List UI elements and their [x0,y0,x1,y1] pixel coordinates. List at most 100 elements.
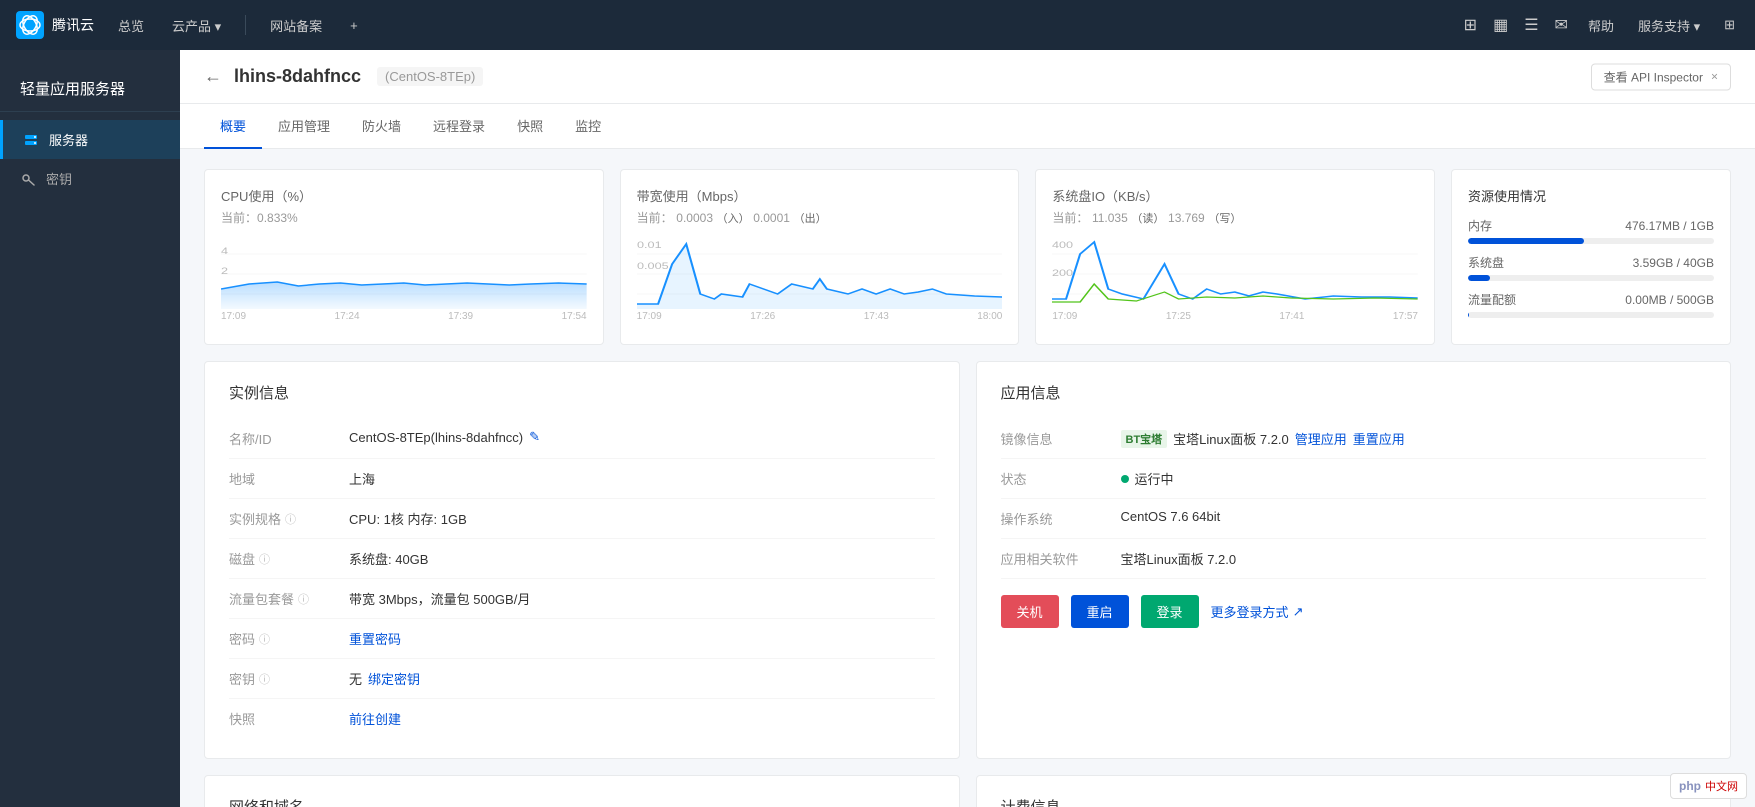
create-snapshot-link[interactable]: 前往创建 [349,709,401,728]
external-link-icon: ↗ [1293,604,1304,620]
app-os-value: CentOS 7.6 64bit [1121,509,1221,524]
cpu-chart: 4 2 17:0917:2417:3917:54 [221,234,587,314]
tab-monitor[interactable]: 监控 [559,104,617,149]
svg-text:2: 2 [221,267,228,277]
api-inspector-close[interactable]: × [1711,70,1718,84]
instance-snapshot-row: 快照 前往创建 [229,699,935,738]
instance-region-text: 上海 [349,469,375,488]
main-layout: 轻量应用服务器 服务器 密钥 [0,50,1755,807]
svg-text:400: 400 [1052,241,1073,251]
edit-name-icon[interactable]: ✎ [529,429,540,445]
nav-cloud-products[interactable]: 云产品 ▾ [168,16,225,35]
resource-fill-memory [1468,238,1584,244]
key-info-icon[interactable]: ⓘ [259,671,270,687]
tab-remote[interactable]: 远程登录 [417,104,501,149]
app-info-title: 应用信息 [1001,382,1707,403]
reset-app-link[interactable]: 重置应用 [1353,429,1405,448]
svg-text:4: 4 [221,247,228,257]
instance-traffic-text: 带宽 3Mbps，流量包 500GB/月 [349,589,530,608]
instance-traffic-row: 流量包套餐 ⓘ 带宽 3Mbps，流量包 500GB/月 [229,579,935,619]
page-title: lhins-8dahfncc [234,66,361,87]
php-icon: php [1679,779,1701,793]
manage-app-link[interactable]: 管理应用 [1295,429,1347,448]
info-cards-row: 实例信息 名称/ID CentOS-8TEp(lhins-8dahfncc) ✎… [204,361,1731,759]
qrcode-icon[interactable]: ▦ [1493,15,1508,35]
reset-password-link[interactable]: 重置密码 [349,629,401,648]
sidebar-title: 轻量应用服务器 [0,66,180,112]
app-os-label: 操作系统 [1001,509,1121,528]
traffic-info-icon[interactable]: ⓘ [298,591,309,607]
sidebar-item-key[interactable]: 密钥 [0,159,180,198]
resource-card-title: 资源使用情况 [1468,186,1714,205]
resource-item-memory-header: 内存 476.17MB / 1GB [1468,217,1714,234]
svg-text:200: 200 [1052,269,1073,279]
app-image-value: BT宝塔 宝塔Linux面板 7.2.0 管理应用 重置应用 [1121,429,1405,448]
billing-card: 计费信息 [976,775,1732,807]
resource-value-memory: 476.17MB / 1GB [1625,219,1714,233]
app-status-value: 运行中 [1121,469,1174,488]
disk-info-icon[interactable]: ⓘ [259,551,270,567]
instance-info-card: 实例信息 名称/ID CentOS-8TEp(lhins-8dahfncc) ✎… [204,361,960,759]
app-status-text: 运行中 [1135,469,1174,488]
instance-key-none: 无 [349,669,362,688]
app-software-row: 应用相关软件 宝塔Linux面板 7.2.0 [1001,539,1707,579]
cpu-card-title: CPU使用（%） [221,186,587,205]
app-info-card: 应用信息 镜像信息 BT宝塔 宝塔Linux面板 7.2.0 管理应用 重置应用… [976,361,1732,759]
diskio-write-label: （写） [1208,213,1241,225]
bandwidth-in-label: （入） [717,213,750,225]
nav-user[interactable]: ⊞ [1720,17,1739,33]
page-header: ← lhins-8dahfncc (CentOS-8TEp) 查看 API In… [180,50,1755,104]
diskio-read-value: 11.035 [1092,211,1128,225]
tab-firewall[interactable]: 防火墙 [346,104,417,149]
instance-disk-row: 磁盘 ⓘ 系统盘: 40GB [229,539,935,579]
app-software-label: 应用相关软件 [1001,549,1121,568]
server-icon [23,132,39,148]
instance-spec-row: 实例规格 ⓘ CPU: 1核 内存: 1GB [229,499,935,539]
os-badge: (CentOS-8TEp) [377,67,483,86]
php-badge: php 中文网 [1670,773,1747,799]
instance-name-value: CentOS-8TEp(lhins-8dahfncc) ✎ [349,429,540,445]
instance-spec-label: 实例规格 ⓘ [229,509,349,528]
resource-bar-disk [1468,275,1714,281]
bt-badge: BT宝塔 [1121,430,1168,448]
instance-password-value: 重置密码 [349,629,401,648]
diskio-current-label: 当前： [1052,211,1088,225]
sidebar: 轻量应用服务器 服务器 密钥 [0,50,180,807]
svg-text:0.01: 0.01 [637,241,662,251]
grid-icon[interactable]: ⊞ [1464,15,1477,35]
nav-website-filing[interactable]: 网站备案 [266,16,326,35]
more-login-link[interactable]: 更多登录方式 ↗ [1211,602,1304,621]
app-image-text: 宝塔Linux面板 7.2.0 [1173,429,1289,448]
nav-support[interactable]: 服务支持 ▾ [1634,16,1704,35]
nav-plus[interactable]: + [346,18,362,33]
mail-icon[interactable]: ✉ [1555,15,1568,35]
key-icon [20,171,36,187]
bandwidth-out-value: 0.0001 [753,211,790,225]
nav-overview[interactable]: 总览 [114,16,148,35]
sidebar-item-server[interactable]: 服务器 [0,120,180,159]
login-button[interactable]: 登录 [1141,595,1199,628]
tab-overview[interactable]: 概要 [204,104,262,149]
back-button[interactable]: ← [204,66,222,87]
spec-info-icon[interactable]: ⓘ [285,511,296,527]
tab-snapshot[interactable]: 快照 [501,104,559,149]
nav-help[interactable]: 帮助 [1584,16,1618,35]
instance-password-row: 密码 ⓘ 重置密码 [229,619,935,659]
resource-label-memory: 内存 [1468,217,1492,234]
restart-button[interactable]: 重启 [1071,595,1129,628]
bandwidth-in-value: 0.0003 [676,211,713,225]
password-info-icon[interactable]: ⓘ [259,631,270,647]
app-software-value: 宝塔Linux面板 7.2.0 [1121,549,1237,568]
bind-key-link[interactable]: 绑定密钥 [368,669,420,688]
app-status-row: 状态 运行中 [1001,459,1707,499]
resource-label-traffic: 流量配额 [1468,291,1516,308]
app-image-label: 镜像信息 [1001,429,1121,448]
bandwidth-card-title: 带宽使用（Mbps） [637,186,1003,205]
diskio-card-title: 系统盘IO（KB/s） [1052,186,1418,205]
tab-app[interactable]: 应用管理 [262,104,346,149]
network-card-title: 网络和域名 [229,796,935,807]
monitor-row: CPU使用（%） 当前：0.833% [204,169,1731,345]
instance-spec-text: CPU: 1核 内存: 1GB [349,509,467,528]
shutdown-button[interactable]: 关机 [1001,595,1059,628]
doc-icon[interactable]: ☰ [1524,15,1538,35]
